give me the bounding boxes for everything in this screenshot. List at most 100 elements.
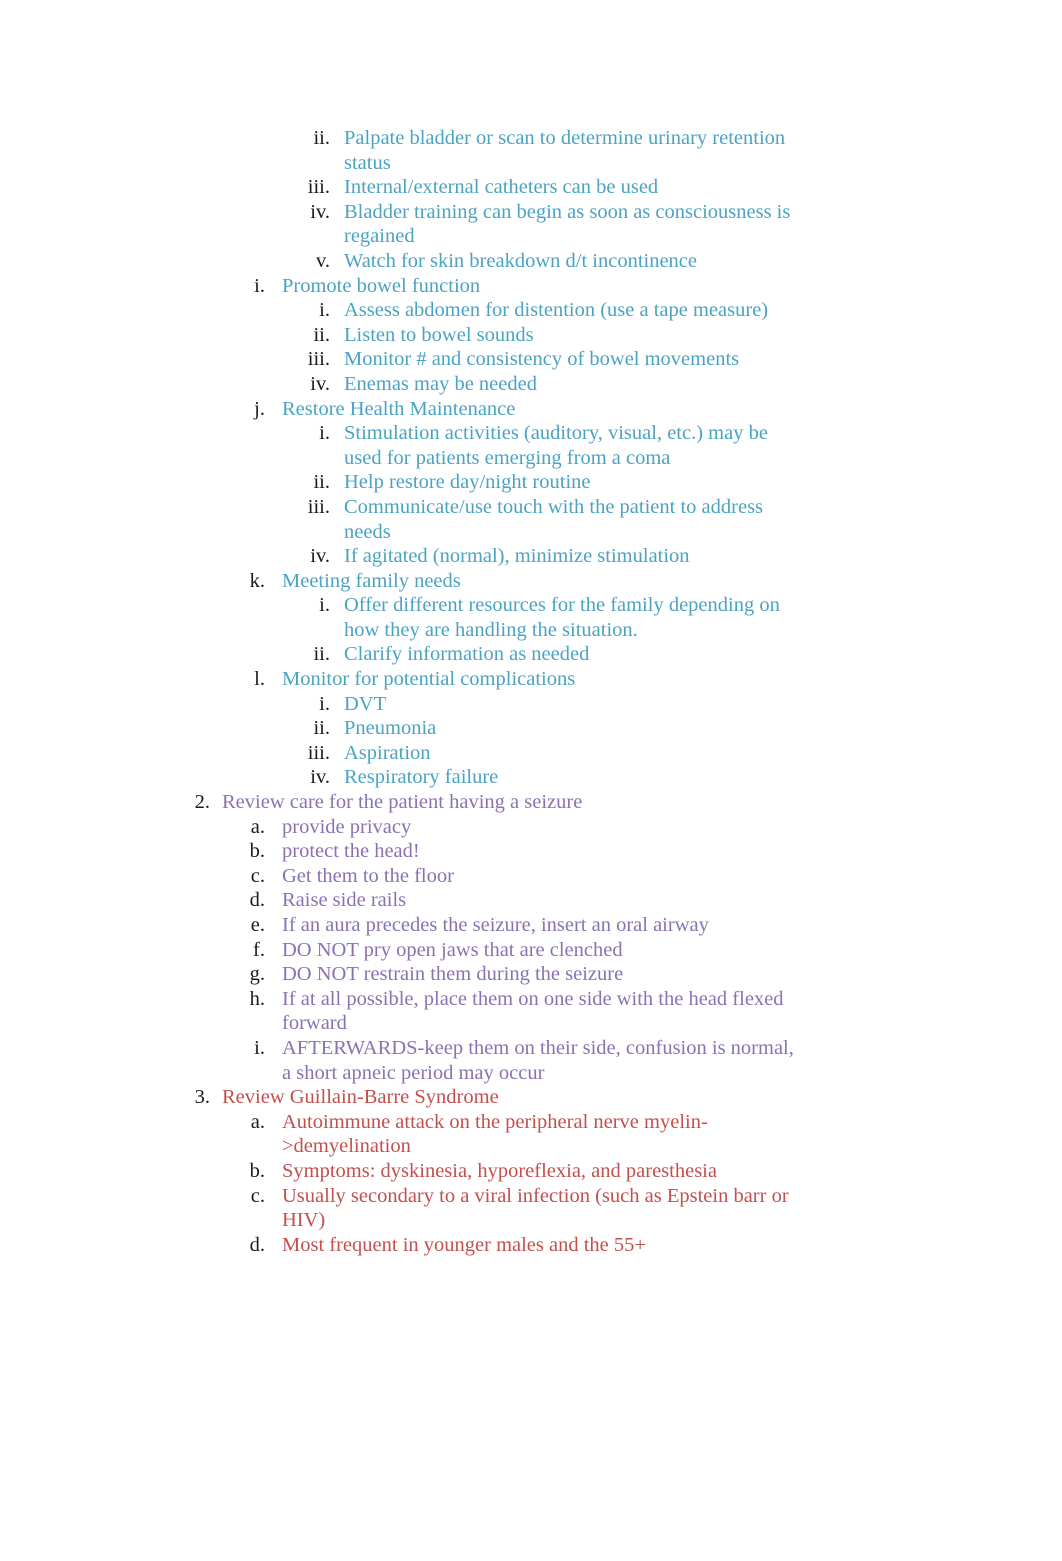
list-item: j. Restore Health Maintenance [0, 397, 1062, 422]
list-item-text: Internal/external catheters can be used [344, 176, 659, 199]
list-item: 2. Review care for the patient having a s… [0, 790, 1062, 815]
list-item-text: Restore Health Maintenance [282, 397, 516, 420]
list-item-marker: ii. [313, 323, 330, 346]
list-item-marker: h. [249, 987, 265, 1010]
list-item-text: DO NOT pry open jaws that are clenched [282, 938, 623, 961]
list-item-text: Monitor # and consistency of bowel movem… [344, 348, 740, 371]
list-item-text: Monitor for potential complications [282, 668, 576, 691]
list-item-marker: ii. [313, 643, 330, 666]
list-item-text: Stimulation activities (auditory, visual… [344, 422, 768, 469]
list-item: iii. Aspiration [0, 741, 1062, 766]
list-item-text: DVT [344, 692, 387, 715]
list-item: d. Most frequent in younger males and the… [0, 1233, 1062, 1258]
list-item: ii. Listen to bowel sounds [0, 323, 1062, 348]
list-item-text: Usually secondary to a viral infection (… [282, 1184, 789, 1232]
list-item-marker: i. [254, 274, 265, 297]
list-item-text: Raise side rails [282, 889, 407, 912]
list-item-marker: j. [254, 397, 265, 420]
list-item: iii. Communicate/use touch with the patie… [0, 495, 1062, 544]
list-item-text: Review care for the patient having a sei… [222, 791, 583, 814]
list-item: ii. Palpate bladder or scan to determine … [0, 126, 1062, 175]
list-item: iv. Bladder training can begin as soon as… [0, 200, 1062, 249]
list-item: k. Meeting family needs [0, 569, 1062, 594]
list-item: i. Assess abdomen for distention (use a t… [0, 298, 1062, 323]
list-item-text: Clarify information as needed [344, 643, 590, 666]
list-item: v. Watch for skin breakdown d/t incontine… [0, 249, 1062, 274]
list-item-marker: b. [249, 1159, 265, 1182]
list-item-text: Listen to bowel sounds [344, 323, 534, 346]
list-item: i. Stimulation activities (auditory, visu… [0, 421, 1062, 470]
list-item: c. Usually secondary to a viral infection… [0, 1184, 1062, 1233]
list-item-marker: iv. [310, 545, 330, 568]
list-item: a. Autoimmune attack on the peripheral ne… [0, 1110, 1062, 1159]
list-item-marker: c. [250, 864, 265, 887]
list-item-text: Offer different resources for the family… [344, 594, 780, 641]
list-item: ii. Pneumonia [0, 716, 1062, 741]
list-item-text: Assess abdomen for distention (use a tap… [344, 299, 769, 322]
list-item-marker: ii. [313, 471, 330, 494]
list-item: ii. Clarify information as needed [0, 642, 1062, 667]
list-item-marker: c. [250, 1184, 265, 1207]
list-item-marker: iii. [307, 741, 330, 764]
list-item: i. DVT [0, 692, 1062, 717]
list-item: i. Promote bowel function [0, 274, 1062, 299]
list-item-marker: iii. [307, 348, 330, 371]
list-item-text: If an aura precedes the seizure, insert … [282, 914, 709, 936]
list-item-marker: 2. [194, 791, 210, 814]
list-item: b. protect the head! [0, 839, 1062, 864]
list-item-marker: v. [315, 249, 330, 272]
list-item-text: Pneumonia [344, 717, 437, 740]
list-item: ii. Help restore day/night routine [0, 470, 1062, 495]
list-item-marker: i. [319, 422, 330, 445]
list-item: iii. Internal/external catheters can be u… [0, 175, 1062, 200]
outline-list: ii. Palpate bladder or scan to determine … [0, 126, 1062, 1257]
list-item-marker: 3. [194, 1086, 210, 1109]
list-item-marker: b. [249, 840, 265, 863]
list-item-marker: l. [254, 668, 265, 691]
list-item: g. DO NOT restrain them during the seizur… [0, 962, 1062, 987]
list-item-marker: e. [250, 914, 265, 936]
list-item-marker: i. [319, 299, 330, 322]
list-item: f. DO NOT pry open jaws that are clenched [0, 938, 1062, 963]
list-item-marker: g. [249, 963, 265, 986]
list-item-text: Aspiration [344, 741, 431, 764]
list-item-marker: i. [254, 1036, 265, 1059]
list-item: i. Offer different resources for the fami… [0, 593, 1062, 642]
list-item: iv. Enemas may be needed [0, 372, 1062, 397]
list-item-marker: a. [250, 1110, 265, 1133]
list-item-marker: d. [249, 889, 265, 912]
list-item: a. provide privacy [0, 815, 1062, 840]
list-item-text: If agitated (normal), minimize stimulati… [344, 545, 690, 568]
list-item: l. Monitor for potential complications [0, 667, 1062, 692]
list-item-marker: iv. [310, 200, 330, 223]
list-item-marker: i. [319, 594, 330, 617]
list-item-marker: iv. [310, 372, 330, 395]
list-item-marker: iv. [310, 766, 330, 789]
list-item-marker: d. [249, 1233, 265, 1256]
list-item-text: Help restore day/night routine [344, 471, 591, 494]
list-item: iv. Respiratory failure [0, 765, 1062, 790]
list-item-marker: i. [319, 692, 330, 715]
list-item-text: Most frequent in younger males and the 5… [282, 1233, 646, 1256]
list-item-text: If at all possible, place them on one si… [282, 987, 784, 1035]
list-item-text: Bladder training can begin as soon as co… [344, 200, 791, 248]
list-item-marker: a. [250, 815, 265, 838]
list-item: b. Symptoms: dyskinesia, hyporeflexia, an… [0, 1159, 1062, 1184]
list-item-text: Get them to the floor [282, 864, 454, 887]
list-item: h. If at all possible, place them on one … [0, 987, 1062, 1036]
list-item-marker: ii. [313, 127, 330, 149]
list-item: i. AFTERWARDS-keep them on their side, co… [0, 1036, 1062, 1085]
list-item-marker: k. [249, 569, 265, 592]
list-item: c. Get them to the floor [0, 864, 1062, 889]
list-item-text: provide privacy [282, 815, 412, 838]
list-item: iv. If agitated (normal), minimize stimul… [0, 544, 1062, 569]
document-page: ii. Palpate bladder or scan to determine … [0, 0, 1062, 1561]
list-item-text: protect the head! [282, 840, 420, 863]
list-item-marker: f. [253, 938, 265, 961]
list-item-text: Promote bowel function [282, 274, 481, 297]
list-item-marker: iii. [307, 495, 330, 518]
list-item-text: Autoimmune attack on the peripheral nerv… [282, 1110, 708, 1158]
list-item-text: Watch for skin breakdown d/t incontinenc… [344, 249, 698, 272]
list-item-text: Respiratory failure [344, 766, 499, 789]
list-item-text: Symptoms: dyskinesia, hyporeflexia, and … [282, 1159, 717, 1182]
